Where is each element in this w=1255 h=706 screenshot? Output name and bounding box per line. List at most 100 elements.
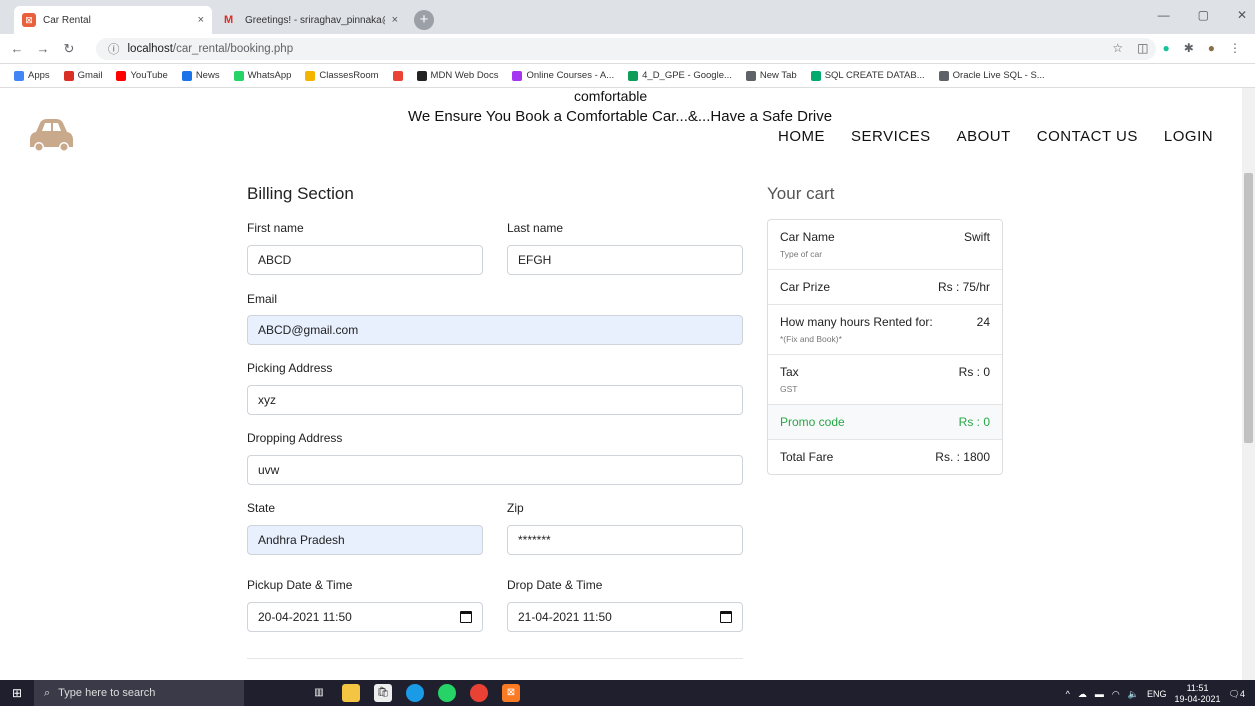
- bookmark-item[interactable]: MDN Web Docs: [416, 70, 499, 81]
- cart-row-label: Car Name: [780, 230, 835, 244]
- drop-datetime-input[interactable]: 21-04-2021 11:50: [507, 602, 743, 632]
- tagline: We Ensure You Book a Comfortable Car...&…: [408, 108, 833, 125]
- state-input[interactable]: Andhra Pradesh: [247, 525, 483, 555]
- minimize-icon[interactable]: —: [1158, 8, 1170, 22]
- nav-login[interactable]: LOGIN: [1164, 128, 1213, 145]
- last-name-value: EFGH: [518, 253, 552, 267]
- bookmark-item[interactable]: [392, 70, 403, 81]
- nav-contact-us[interactable]: CONTACT US: [1037, 128, 1138, 145]
- url-input[interactable]: ⓘ localhost/car_rental/booking.php: [96, 38, 1156, 60]
- bookmark-item[interactable]: ClassesRoom: [305, 70, 379, 81]
- bookmark-item[interactable]: Online Courses - A...: [512, 70, 614, 81]
- bookmark-item[interactable]: YouTube: [116, 70, 168, 81]
- cart-row-text: Tax GST: [780, 365, 799, 394]
- cart-row-value: Swift: [963, 230, 990, 244]
- zip-input[interactable]: *******: [507, 525, 743, 555]
- tab-close-button[interactable]: ×: [392, 14, 398, 26]
- calendar-icon[interactable]: [720, 611, 732, 623]
- bookmark-item[interactable]: SQL CREATE DATAB...: [810, 70, 925, 81]
- wifi-icon[interactable]: ◠: [1112, 689, 1120, 700]
- browser-tab-strip: ⊠ Car Rental × M Greetings! - sriraghav_…: [0, 0, 1255, 34]
- state-label: State: [247, 501, 276, 515]
- last-name-label: Last name: [507, 221, 564, 235]
- email-label: Email: [247, 292, 278, 306]
- bookmark-item[interactable]: WhatsApp: [233, 70, 291, 81]
- tab-gmail[interactable]: M Greetings! - sriraghav_pinnaka@ ×: [216, 6, 406, 34]
- picking-address-input[interactable]: xyz: [247, 385, 743, 415]
- cart-row-value: Rs : 0: [958, 365, 990, 379]
- pickup-datetime-input[interactable]: 20-04-2021 11:50: [247, 602, 483, 632]
- chevron-up-icon[interactable]: ^: [1066, 689, 1070, 699]
- nav-services[interactable]: SERVICES: [851, 128, 931, 145]
- search-placeholder: Type here to search: [58, 687, 156, 699]
- bookmark-item[interactable]: Oracle Live SQL - S...: [938, 70, 1045, 81]
- tab-car-rental[interactable]: ⊠ Car Rental ×: [14, 6, 212, 34]
- bookmark-label: YouTube: [130, 70, 168, 81]
- bookmark-label: New Tab: [759, 70, 797, 81]
- nav-home[interactable]: HOME: [778, 128, 825, 145]
- chrome-icon[interactable]: [470, 684, 488, 702]
- page-scrollbar[interactable]: [1242, 88, 1255, 680]
- address-bar-row: ← → ↻ ⓘ localhost/car_rental/booking.php…: [0, 34, 1255, 64]
- last-name-input[interactable]: EFGH: [507, 245, 743, 275]
- volume-icon[interactable]: 🔈: [1128, 689, 1139, 700]
- tab-close-button[interactable]: ×: [198, 14, 204, 26]
- bookmark-item[interactable]: New Tab: [745, 70, 797, 81]
- task-view-icon[interactable]: ▥: [310, 684, 328, 702]
- bookmark-icon: [745, 70, 756, 81]
- cart-row-text: How many hours Rented for: *(Fix and Book…: [780, 315, 933, 344]
- star-icon[interactable]: ☆: [1112, 41, 1123, 55]
- bookmark-label: MDN Web Docs: [430, 70, 499, 81]
- back-icon[interactable]: ←: [8, 41, 26, 56]
- extensions-icon[interactable]: ✱: [1184, 41, 1194, 55]
- main-nav: HOME SERVICES ABOUT CONTACT US LOGIN: [778, 128, 1213, 145]
- maximize-icon[interactable]: ▢: [1198, 8, 1209, 22]
- drop-datetime-label: Drop Date & Time: [507, 578, 603, 592]
- calendar-icon[interactable]: [460, 611, 472, 623]
- clock[interactable]: 11:51 19-04-2021: [1175, 683, 1221, 705]
- search-icon: ⌕: [44, 686, 51, 699]
- first-name-label: First name: [247, 221, 304, 235]
- pickup-datetime-label: Pickup Date & Time: [247, 578, 353, 592]
- notification-icon[interactable]: 🗨4: [1229, 689, 1245, 700]
- language-indicator[interactable]: ENG: [1147, 689, 1167, 699]
- bookmark-item[interactable]: Gmail: [63, 70, 102, 81]
- cloud-icon[interactable]: ☁: [1078, 689, 1087, 700]
- battery-icon[interactable]: ▬: [1095, 689, 1104, 699]
- pocket-icon[interactable]: ◫: [1137, 41, 1148, 55]
- windows-start-icon[interactable]: ⊞: [0, 686, 34, 700]
- first-name-input[interactable]: ABCD: [247, 245, 483, 275]
- grammarly-icon[interactable]: ●: [1162, 41, 1169, 55]
- pickup-datetime-value: 20-04-2021 11:50: [258, 610, 352, 624]
- forward-icon[interactable]: →: [34, 41, 52, 56]
- cart-row-value: 24: [976, 315, 990, 329]
- reload-icon[interactable]: ↻: [60, 41, 78, 57]
- dropping-address-label: Dropping Address: [247, 431, 343, 445]
- nav-about[interactable]: ABOUT: [957, 128, 1011, 145]
- scrollbar-thumb[interactable]: [1244, 173, 1253, 443]
- bookmark-icon: [392, 70, 403, 81]
- file-explorer-icon[interactable]: [342, 684, 360, 702]
- taskbar-search-input[interactable]: ⌕ Type here to search: [34, 680, 244, 706]
- edge-icon[interactable]: [406, 684, 424, 702]
- whatsapp-icon[interactable]: [438, 684, 456, 702]
- new-tab-button[interactable]: +: [414, 10, 434, 30]
- bookmark-item[interactable]: News: [181, 70, 220, 81]
- close-icon[interactable]: ✕: [1237, 8, 1247, 22]
- dropping-address-input[interactable]: uvw: [247, 455, 743, 485]
- store-icon[interactable]: 🛍: [374, 684, 392, 702]
- cart-row-text: Promo code: [780, 415, 845, 429]
- cart-row-text: Total Fare: [780, 450, 833, 464]
- profile-avatar[interactable]: ●: [1208, 41, 1215, 55]
- email-input[interactable]: ABCD@gmail.com: [247, 315, 743, 345]
- first-name-value: ABCD: [258, 253, 292, 267]
- email-value: ABCD@gmail.com: [258, 323, 359, 337]
- clock-date: 19-04-2021: [1174, 694, 1221, 704]
- window-controls: — ▢ ✕: [1158, 8, 1247, 22]
- info-icon[interactable]: ⓘ: [108, 41, 120, 57]
- menu-icon[interactable]: ⋮: [1229, 41, 1241, 55]
- url-path: /car_rental/booking.php: [172, 43, 294, 55]
- bookmark-item[interactable]: 4_D_GPE - Google...: [628, 70, 732, 81]
- xampp-icon[interactable]: ⊠: [502, 684, 520, 702]
- bookmark-item[interactable]: Apps: [14, 70, 50, 81]
